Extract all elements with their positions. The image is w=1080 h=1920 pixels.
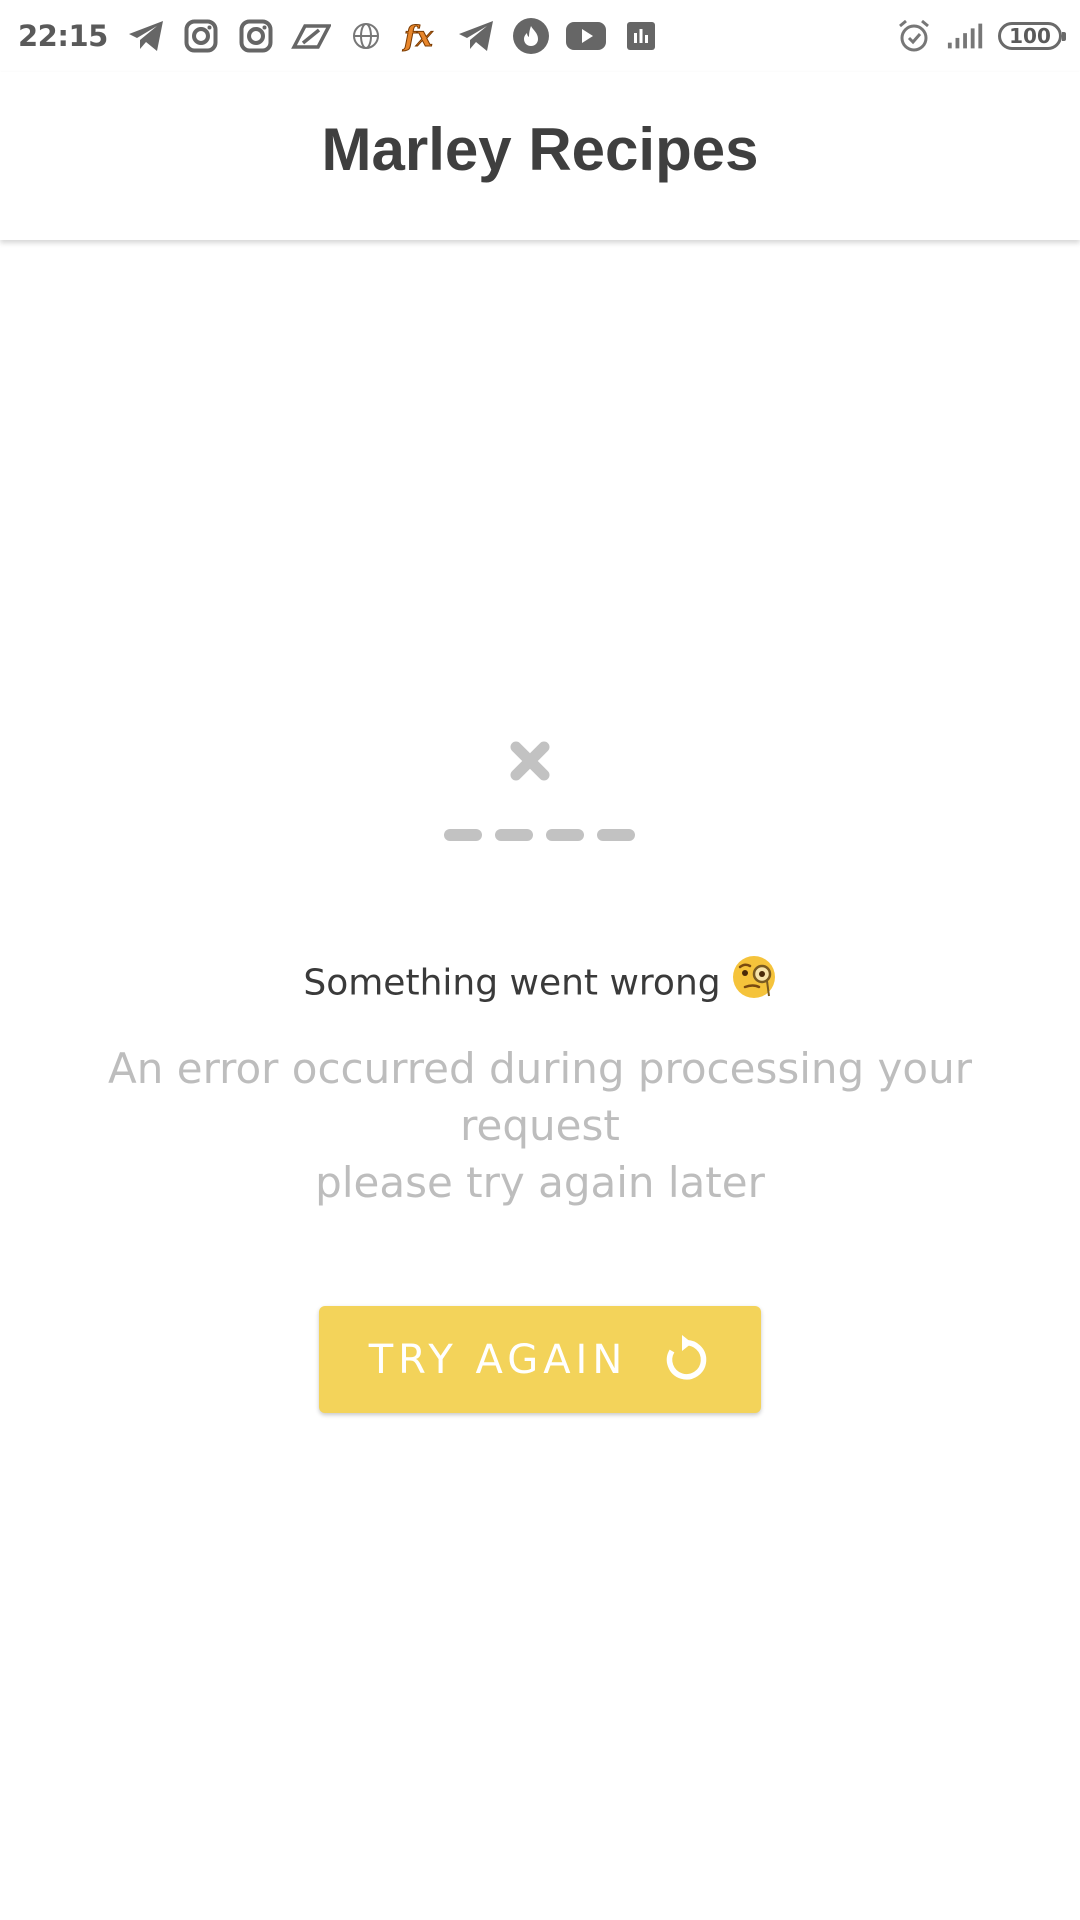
- refresh-icon: [657, 1333, 711, 1387]
- telegram-icon: [456, 16, 496, 56]
- alarm-icon: [894, 16, 934, 56]
- monocle-face-emoji-icon: [731, 954, 777, 1009]
- error-message-line: please try again later: [315, 1158, 765, 1207]
- error-message: An error occurred during processing your…: [80, 1040, 1000, 1211]
- instagram-icon: [181, 16, 221, 56]
- try-again-button[interactable]: TRY AGAIN: [319, 1306, 761, 1413]
- telegram-icon: [126, 16, 166, 56]
- status-right: 100: [894, 16, 1066, 56]
- error-message-line: An error occurred during processing your: [108, 1044, 972, 1093]
- status-time: 22:15: [18, 19, 108, 53]
- svg-text:fx: fx: [402, 20, 433, 53]
- screen: 22:15 fx 100 Marley Recipes Something we…: [0, 0, 1080, 1920]
- error-message-line: request: [460, 1101, 620, 1150]
- error-title: Something went wrong: [0, 956, 1080, 1009]
- battery-icon: 100: [998, 22, 1066, 50]
- error-x-icon: [440, 735, 640, 855]
- status-left: 22:15 fx: [18, 16, 676, 56]
- stats-icon: [621, 16, 661, 56]
- error-title-text: Something went wrong: [303, 962, 721, 1004]
- slash-app-icon: [290, 16, 331, 56]
- status-bar: 22:15 fx 100: [0, 0, 1080, 72]
- tinder-icon: [511, 16, 551, 56]
- instagram-icon: [236, 16, 276, 56]
- youtube-icon: [565, 16, 606, 56]
- globe-icon: [346, 16, 386, 56]
- signal-icon: [946, 16, 986, 56]
- app-bar: Marley Recipes: [0, 72, 1080, 240]
- fx-icon: fx: [401, 16, 441, 56]
- page-title: Marley Recipes: [321, 115, 759, 183]
- try-again-label: TRY AGAIN: [368, 1336, 628, 1383]
